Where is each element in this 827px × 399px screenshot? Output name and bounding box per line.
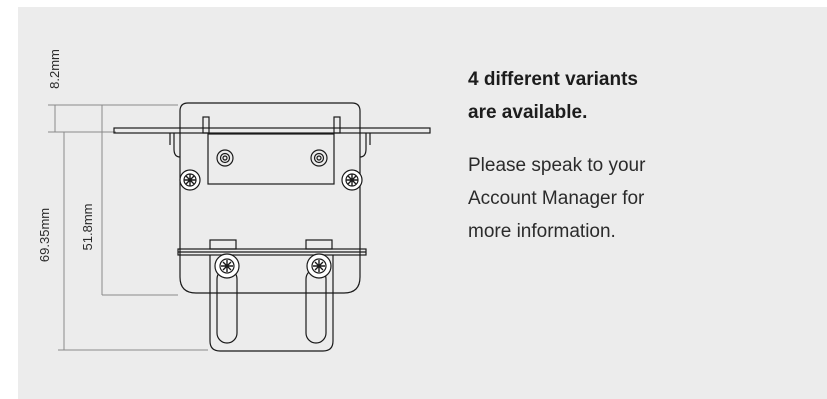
dimension-label-top-offset: 8.2mm bbox=[47, 49, 62, 89]
dimension-lines bbox=[48, 104, 208, 351]
plate-rivets bbox=[216, 149, 328, 167]
message-line: more information. bbox=[468, 221, 616, 242]
message-line: Please speak to your bbox=[468, 155, 646, 176]
bracket-outline bbox=[113, 102, 431, 352]
message-line: Account Manager for bbox=[468, 188, 645, 209]
mounting-bracket-drawing: 8.2mm 69.35mm 51.8mm bbox=[37, 49, 431, 352]
contact-message: Please speak to your Account Manager for… bbox=[468, 149, 798, 248]
heading-line: 4 different variants bbox=[468, 69, 638, 90]
dimension-label-inner-height: 51.8mm bbox=[80, 204, 95, 251]
variant-info: 4 different variants are available. Plea… bbox=[468, 63, 798, 248]
content-card: 8.2mm 69.35mm 51.8mm 4 different variant… bbox=[18, 7, 827, 399]
variant-heading: 4 different variants are available. bbox=[468, 63, 798, 129]
slot-screws bbox=[214, 253, 332, 279]
heading-line: are available. bbox=[468, 102, 588, 123]
side-screws bbox=[179, 169, 363, 191]
dimension-label-overall-height: 69.35mm bbox=[37, 208, 52, 262]
